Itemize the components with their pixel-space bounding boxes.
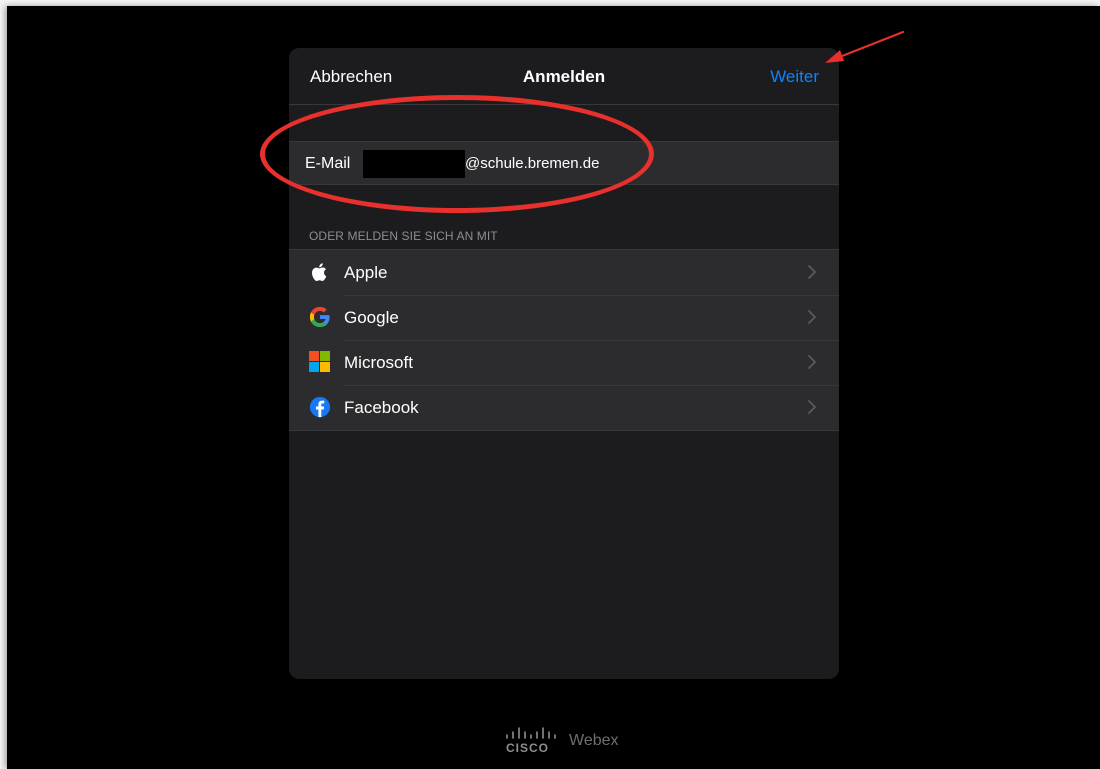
email-label: E-Mail: [305, 155, 351, 172]
device-screen: Abbrechen Anmelden Weiter E-Mail ODER ME…: [7, 6, 1100, 769]
cisco-webex-logo: CISCO Webex: [503, 726, 633, 756]
alternatives-header: ODER MELDEN SIE SICH AN MIT: [309, 229, 498, 243]
microsoft-icon: [309, 351, 330, 372]
chevron-right-icon: [808, 310, 816, 324]
sign-in-sheet: Abbrechen Anmelden Weiter E-Mail ODER ME…: [289, 48, 839, 679]
sign-in-google[interactable]: Google: [289, 295, 839, 340]
redaction-box: [363, 150, 465, 178]
facebook-icon: [309, 396, 331, 418]
provider-label: Facebook: [344, 398, 419, 417]
provider-label: Apple: [344, 263, 388, 282]
webex-wordmark: Webex: [569, 732, 619, 749]
navigation-bar: Abbrechen Anmelden Weiter: [289, 48, 839, 105]
sign-in-facebook[interactable]: Facebook: [289, 385, 839, 430]
chevron-right-icon: [808, 355, 816, 369]
provider-label: Microsoft: [344, 353, 413, 372]
page-title: Anmelden: [522, 67, 606, 86]
google-icon: [309, 306, 330, 328]
cisco-wordmark: CISCO: [506, 741, 550, 755]
provider-label: Google: [344, 308, 399, 327]
chevron-right-icon: [808, 265, 816, 279]
email-row: E-Mail: [289, 141, 839, 185]
next-button[interactable]: Weiter: [770, 67, 819, 87]
sign-in-microsoft[interactable]: Microsoft: [289, 340, 839, 385]
chevron-right-icon: [808, 400, 816, 414]
sign-in-apple[interactable]: Apple: [289, 250, 839, 295]
provider-list: Apple Google Microsoft Facebook: [289, 249, 839, 431]
apple-icon: [312, 263, 327, 281]
